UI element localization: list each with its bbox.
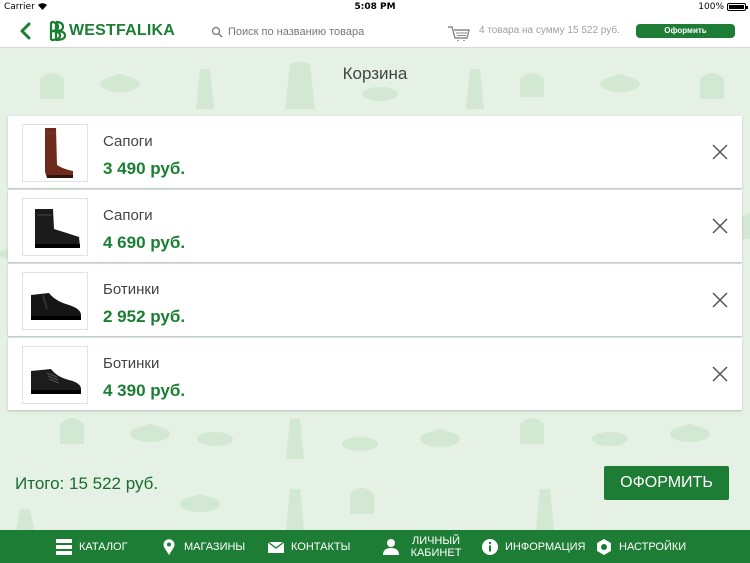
cart-item[interactable]: Ботинки 4 390 руб. [8, 338, 742, 410]
remove-item-close-icon[interactable] [712, 144, 728, 160]
tab-label-line1: ЛИЧНЫЙ [411, 534, 461, 547]
battery-percent: 100% [698, 2, 724, 12]
checkout-button[interactable]: ОФОРМИТЬ [604, 466, 729, 500]
remove-item-close-icon[interactable] [712, 366, 728, 382]
tab-label: ИНФОРМАЦИЯ [505, 540, 586, 553]
product-price: 3 490 руб. [103, 159, 186, 178]
search-icon [211, 26, 223, 38]
tab-catalog[interactable]: КАТАЛОГ [55, 530, 128, 563]
user-icon [383, 538, 399, 555]
product-image [22, 198, 88, 256]
tab-contacts[interactable]: КОНТАКТЫ [267, 530, 350, 563]
tall-brown-boot-icon [45, 128, 73, 178]
westfalika-logo-icon [49, 20, 66, 42]
product-name: Сапоги [103, 133, 153, 150]
product-image [22, 124, 88, 182]
map-pin-icon [163, 538, 175, 555]
status-bar: Carrier 5:08 PM 100% [0, 0, 750, 14]
clock: 5:08 PM [354, 2, 396, 12]
product-price: 4 390 руб. [103, 381, 186, 400]
product-price: 2 952 руб. [103, 307, 186, 326]
black-lace-up-boot-icon [31, 369, 81, 394]
remove-item-close-icon[interactable] [712, 218, 728, 234]
remove-item-close-icon[interactable] [712, 292, 728, 308]
bottom-tab-bar: КАТАЛОГ МАГАЗИНЫ КОНТАКТЫ ЛИЧНЫЙ КАБИНЕТ [0, 530, 750, 563]
tab-label-line2: КАБИНЕТ [410, 546, 462, 559]
envelope-icon [267, 540, 285, 553]
tab-settings[interactable]: НАСТРОЙКИ [595, 530, 686, 563]
cart-total: Итого: 15 522 руб. [15, 474, 159, 493]
product-image [22, 272, 88, 330]
header-checkout-button[interactable]: Оформить [636, 24, 735, 38]
product-name: Ботинки [103, 281, 160, 298]
product-image [22, 346, 88, 404]
cart-icon[interactable] [447, 24, 471, 42]
gear-icon [597, 538, 611, 555]
tab-info[interactable]: ИНФОРМАЦИЯ [481, 530, 585, 563]
tab-label: КАТАЛОГ [79, 540, 128, 553]
tab-label: ЛИЧНЫЙ КАБИНЕТ [406, 535, 466, 559]
info-icon [482, 538, 498, 555]
back-arrow-icon[interactable] [18, 20, 34, 42]
brand-name: WESTFALIKA [69, 22, 175, 39]
black-ankle-boot-icon [35, 209, 80, 248]
tab-label: КОНТАКТЫ [291, 540, 351, 553]
cart-item[interactable]: Сапоги 4 690 руб. [8, 190, 742, 262]
cart-item[interactable]: Сапоги 3 490 руб. [8, 116, 742, 188]
app-header: WESTFALIKA 4 товара на сумму 15 522 руб.… [0, 14, 750, 48]
cart-list: Сапоги 3 490 руб. Сапоги 4 690 руб. Боти… [8, 116, 742, 412]
tab-stores[interactable]: МАГАЗИНЫ [160, 530, 245, 563]
product-price: 4 690 руб. [103, 233, 186, 252]
page-title: Корзина [342, 64, 408, 83]
tab-label: НАСТРОЙКИ [619, 540, 687, 553]
cart-item[interactable]: Ботинки 2 952 руб. [8, 264, 742, 336]
product-name: Ботинки [103, 355, 160, 372]
tab-account[interactable]: ЛИЧНЫЙ КАБИНЕТ [382, 530, 466, 563]
battery-icon [727, 3, 748, 11]
search-bar[interactable] [211, 23, 411, 41]
cart-summary: 4 товара на сумму 15 522 руб. [479, 25, 620, 36]
tab-label: МАГАЗИНЫ [184, 540, 246, 553]
black-chelsea-boot-icon [31, 293, 81, 320]
catalog-list-icon [56, 538, 72, 555]
search-input[interactable] [228, 26, 403, 38]
product-name: Сапоги [103, 207, 153, 224]
brand-logo[interactable]: WESTFALIKA [48, 18, 175, 44]
